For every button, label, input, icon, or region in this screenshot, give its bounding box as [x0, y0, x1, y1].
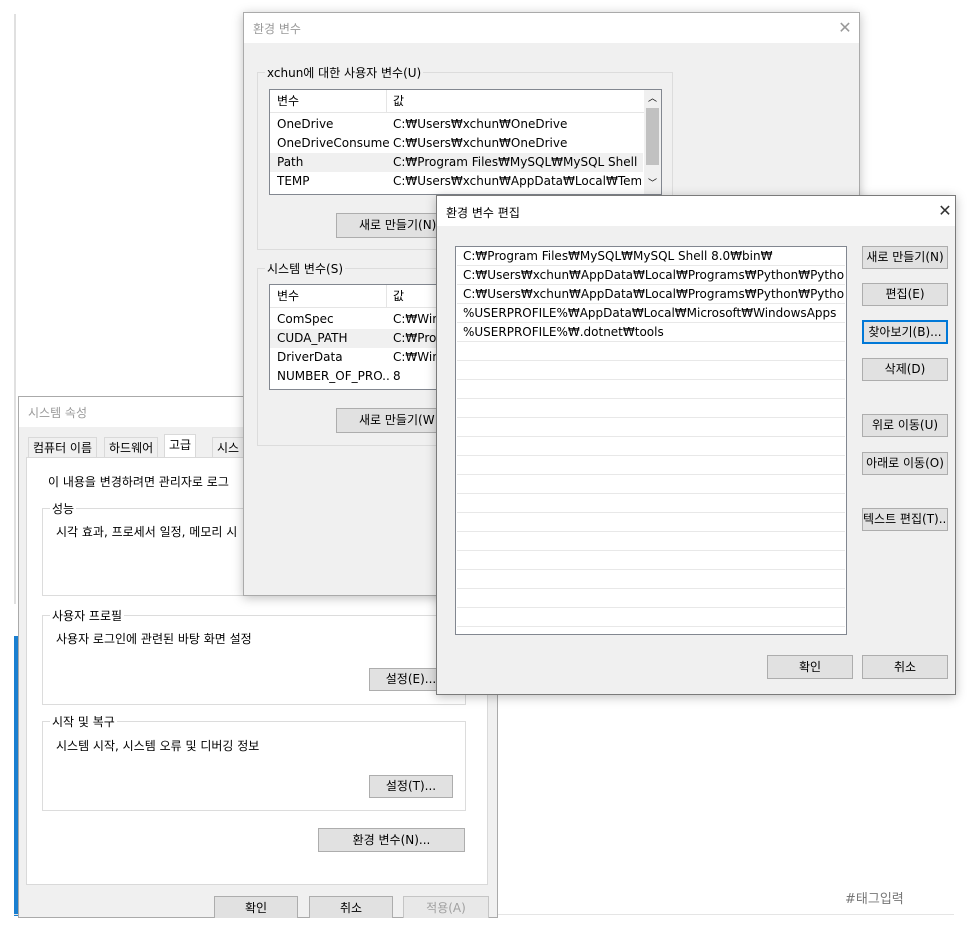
column-header-value[interactable]: 값	[393, 285, 404, 307]
variable-name: NUMBER_OF_PRO...	[277, 369, 389, 383]
empty-entry[interactable]	[457, 589, 845, 608]
empty-entry[interactable]	[457, 380, 845, 399]
empty-entry[interactable]	[457, 437, 845, 456]
column-separator	[386, 90, 387, 112]
variable-name: DriverData	[277, 350, 343, 364]
user-variables-scrollbar[interactable]: ︿ ﹀	[644, 90, 661, 194]
browse-button[interactable]: 찾아보기(B)...	[862, 320, 948, 344]
path-entry[interactable]: C:₩Program Files₩MySQL₩MySQL Shell 8.0₩b…	[457, 247, 845, 266]
environment-variables-button[interactable]: 환경 변수(N)...	[318, 828, 465, 852]
scrollbar-thumb[interactable]	[646, 108, 659, 165]
user-variable-row[interactable]: OneDrive C:₩Users₩xchun₩OneDrive	[270, 115, 661, 134]
close-icon[interactable]: ✕	[937, 203, 953, 219]
environment-variables-titlebar: 환경 변수 ✕	[244, 13, 859, 43]
column-separator	[386, 285, 387, 307]
user-profile-group-label: 사용자 프로필	[50, 607, 125, 624]
variable-value: C:₩Users₩xchun₩AppData₩Local₩Temp	[393, 174, 641, 188]
variable-name: ComSpec	[277, 312, 334, 326]
variable-name: TEMP	[277, 174, 310, 188]
move-up-button[interactable]: 위로 이동(U)	[862, 414, 948, 437]
chevron-up-icon[interactable]: ︿	[648, 91, 657, 104]
empty-entry[interactable]	[457, 570, 845, 589]
empty-entry[interactable]	[457, 551, 845, 570]
empty-entry[interactable]	[457, 532, 845, 551]
user-variable-row[interactable]: OneDriveConsumer C:₩Users₩xchun₩OneDrive	[270, 134, 661, 153]
system-properties-ok-button[interactable]: 확인	[214, 896, 298, 918]
variable-name: OneDrive	[277, 117, 334, 131]
environment-variables-title: 환경 변수	[253, 22, 301, 36]
user-profile-group: 사용자 프로필	[42, 607, 466, 705]
empty-entry[interactable]	[457, 361, 845, 380]
edit-dialog-ok-button[interactable]: 확인	[767, 655, 853, 679]
close-icon[interactable]: ✕	[837, 20, 853, 36]
path-entry[interactable]: C:₩Users₩xchun₩AppData₩Local₩Programs₩Py…	[457, 266, 845, 285]
edit-entry-button[interactable]: 편집(E)	[862, 283, 948, 306]
system-variables-group-label: 시스템 변수(S)	[265, 260, 345, 277]
column-header-variable[interactable]: 변수	[277, 285, 299, 307]
variable-name: OneDriveConsumer	[277, 136, 389, 150]
user-variable-row-selected[interactable]: Path C:₩Program Files₩MySQL₩MySQL Shell …	[270, 153, 643, 172]
system-new-button[interactable]: 새로 만들기(W	[336, 408, 448, 433]
variable-value: C:₩Users₩xchun₩OneDrive	[393, 117, 568, 131]
delete-entry-button[interactable]: 삭제(D)	[862, 358, 948, 381]
user-variables-list[interactable]: 변수 값 OneDrive C:₩Users₩xchun₩OneDrive On…	[269, 89, 662, 195]
edit-text-button[interactable]: 텍스트 편집(T)...	[862, 508, 948, 531]
startup-settings-button[interactable]: 설정(T)...	[369, 775, 453, 798]
page-left-edge	[14, 14, 16, 604]
new-entry-button[interactable]: 새로 만들기(N)	[862, 246, 948, 269]
edit-dialog-cancel-button[interactable]: 취소	[862, 655, 948, 679]
variable-name: Path	[277, 155, 304, 169]
user-variables-group-label: xchun에 대한 사용자 변수(U)	[265, 64, 424, 81]
user-new-button[interactable]: 새로 만들기(N)	[336, 213, 448, 238]
path-entry[interactable]: %USERPROFILE%₩.dotnet₩tools	[457, 323, 845, 342]
tab-hardware[interactable]: 하드웨어	[104, 437, 159, 457]
user-variable-row[interactable]: TEMP C:₩Users₩xchun₩AppData₩Local₩Temp	[270, 172, 661, 191]
admin-note: 이 내용을 변경하려면 관리자로 로그	[48, 475, 229, 489]
system-properties-cancel-button[interactable]: 취소	[309, 896, 393, 918]
user-variables-header: 변수 값	[270, 90, 661, 113]
edit-dialog-titlebar: 환경 변수 편집 ✕	[437, 196, 955, 226]
tab-advanced[interactable]: 고급	[164, 434, 197, 457]
system-properties-title: 시스템 속성	[28, 406, 88, 420]
column-header-variable[interactable]: 변수	[277, 90, 299, 112]
variable-value: C:₩Users₩xchun₩OneDrive	[393, 136, 568, 150]
tab-computer-name[interactable]: 컴퓨터 이름	[28, 437, 98, 457]
startup-recovery-description: 시스템 시작, 시스템 오류 및 디버깅 정보	[56, 739, 260, 753]
chevron-down-icon[interactable]: ﹀	[648, 176, 657, 189]
tab-system[interactable]: 시스	[212, 437, 245, 457]
empty-entry[interactable]	[457, 475, 845, 494]
column-header-value[interactable]: 값	[393, 90, 404, 112]
variable-value: C:₩Program Files₩MySQL₩MySQL Shell 8....	[393, 155, 641, 169]
empty-entry[interactable]	[457, 494, 845, 513]
empty-entry[interactable]	[457, 418, 845, 437]
variable-name: CUDA_PATH	[277, 331, 348, 345]
path-entries-list[interactable]: C:₩Program Files₩MySQL₩MySQL Shell 8.0₩b…	[455, 246, 847, 635]
tag-input[interactable]: #태그입력	[845, 888, 904, 907]
empty-entry[interactable]	[457, 399, 845, 418]
move-down-button[interactable]: 아래로 이동(O)	[862, 452, 948, 475]
performance-description: 시각 효과, 프로세서 일정, 메모리 시	[56, 525, 238, 539]
path-entry[interactable]: %USERPROFILE%₩AppData₩Local₩Microsoft₩Wi…	[457, 304, 845, 323]
user-profile-description: 사용자 로그인에 관련된 바탕 화면 설정	[56, 632, 252, 646]
empty-entry[interactable]	[457, 342, 845, 361]
performance-group-label: 성능	[50, 500, 77, 517]
empty-entry[interactable]	[457, 456, 845, 475]
system-properties-apply-button[interactable]: 적용(A)	[403, 896, 489, 918]
startup-recovery-group-label: 시작 및 복구	[50, 713, 117, 730]
empty-entry[interactable]	[457, 513, 845, 532]
edit-dialog-title: 환경 변수 편집	[446, 206, 520, 220]
path-entry[interactable]: C:₩Users₩xchun₩AppData₩Local₩Programs₩Py…	[457, 285, 845, 304]
empty-entry[interactable]	[457, 608, 845, 627]
